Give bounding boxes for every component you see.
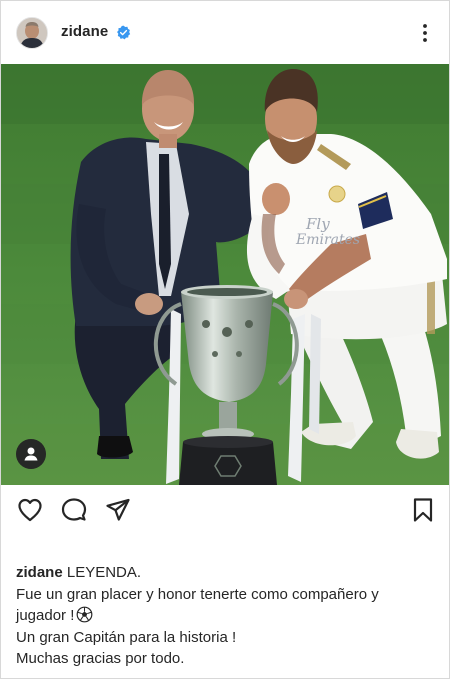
soccer-ball-icon [76, 606, 93, 623]
more-options-icon[interactable] [413, 21, 437, 45]
caption-line-3: jugador ! [16, 605, 436, 627]
send-icon[interactable] [104, 496, 132, 524]
heart-icon[interactable] [16, 496, 44, 524]
caption-username[interactable]: zidane [16, 564, 63, 581]
photo-illustration: Fly Emirates [1, 64, 449, 485]
post-frame: zidane Fly Emirates zidane LEYENDA. Fue … [0, 0, 450, 679]
avatar-icon [17, 18, 47, 48]
caption-line-4: Un gran Capitán para la historia ! [16, 628, 237, 646]
comment-icon[interactable] [60, 496, 88, 524]
caption-line-2: Fue un gran placer y honor tenerte como … [16, 585, 379, 603]
svg-text:Fly: Fly [305, 215, 330, 233]
caption: zidane LEYENDA. Fue un gran placer y hon… [16, 562, 436, 670]
caption-text-1: LEYENDA. [66, 564, 142, 581]
user-tag-icon[interactable] [16, 439, 46, 469]
post-header: zidane [1, 1, 449, 65]
caption-line-1: zidane LEYENDA. [16, 562, 436, 584]
action-bar [1, 485, 449, 535]
svg-text:Emirates: Emirates [295, 232, 360, 248]
caption-line-5: Muchas gracias por todo. [16, 650, 185, 667]
header-username[interactable]: zidane [61, 23, 108, 40]
bookmark-icon[interactable] [409, 496, 437, 524]
caption-text-3: jugador ! [16, 607, 75, 624]
avatar[interactable] [16, 17, 48, 49]
post-photo[interactable]: Fly Emirates [1, 64, 449, 485]
verified-badge-icon [117, 25, 131, 40]
